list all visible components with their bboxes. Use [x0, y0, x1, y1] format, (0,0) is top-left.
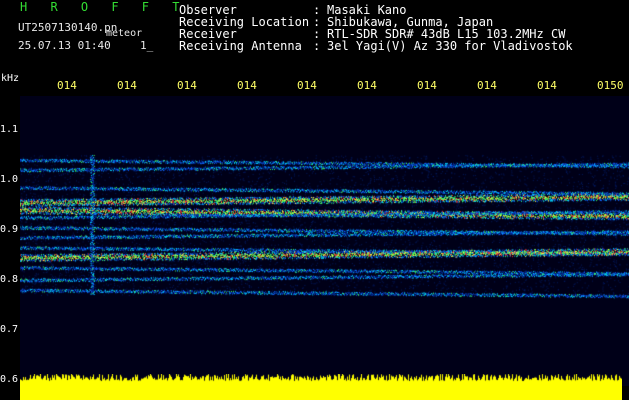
signal-power-bar — [20, 374, 622, 400]
y-tick-0-8: 0.8 — [0, 274, 19, 285]
antenna-colon: : — [313, 39, 321, 53]
antenna-label: Receiving Antenna — [179, 39, 302, 53]
x-tick-1: 014 — [57, 79, 77, 92]
x-tick-9: 014 — [537, 79, 557, 92]
y-tick-0-6: 0.6 — [0, 374, 19, 385]
y-tick-0-9: 0.9 — [0, 224, 19, 235]
x-tick-7: 014 — [417, 79, 437, 92]
file-type: meteor — [106, 28, 143, 39]
x-tick-2: 014 — [117, 79, 137, 92]
x-tick-6: 014 — [357, 79, 377, 92]
app-brand: H R O F F T — [20, 0, 188, 14]
file-datetime: 25.07.13 01:40 — [18, 39, 111, 52]
y-tick-0-7: 0.7 — [0, 324, 19, 335]
x-tick-3: 014 — [177, 79, 197, 92]
unit-label: kHz — [1, 73, 20, 84]
hrofft-screen: H R O F F T UT2507130140.pn meteor 25.07… — [0, 0, 629, 400]
x-tick-5: 014 — [297, 79, 317, 92]
antenna-value: 3el Yagi(V) Az 330 for Vladivostok — [327, 39, 573, 53]
file-name: UT2507130140.pn — [18, 21, 118, 34]
x-tick-4: 014 — [237, 79, 257, 92]
y-tick-1-0: 1.0 — [0, 174, 19, 185]
x-tick-8: 014 — [477, 79, 497, 92]
file-counter: 1_ — [140, 39, 154, 52]
x-tick-10: 0150 — [597, 79, 624, 92]
y-tick-1-1: 1.1 — [0, 124, 19, 135]
spectrogram-plot — [20, 96, 629, 386]
